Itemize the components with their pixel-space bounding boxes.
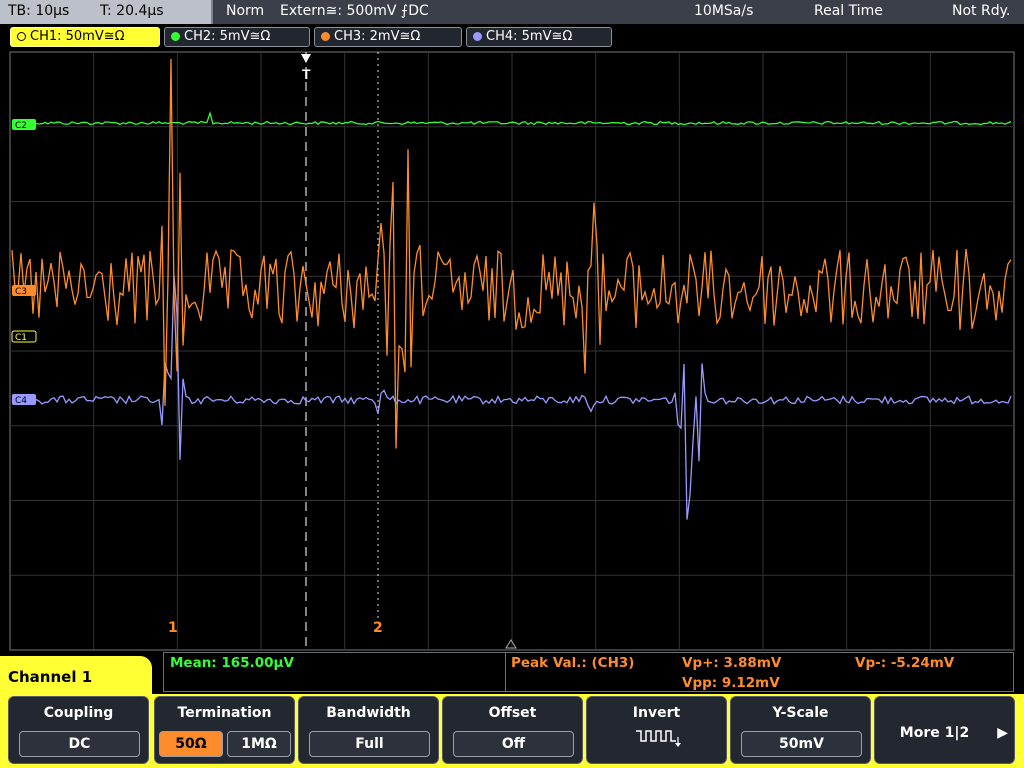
mean-value: Mean: 165.00µV (170, 655, 294, 671)
coupling-value[interactable]: DC (19, 731, 140, 757)
bandwidth-title: Bandwidth (326, 705, 411, 721)
channel-tabs: CH1: 50mV≅Ω CH2: 5mV≅Ω CH3: 2mV≅Ω CH4: 5… (0, 24, 1024, 50)
acquisition-mode: Real Time (814, 3, 883, 19)
ch3-marker-label: C3 (15, 287, 27, 297)
trigger-label: T (302, 66, 311, 82)
channel-2-dot-icon (171, 32, 180, 41)
yscale-softkey[interactable]: Y-Scale 50mV (730, 696, 871, 764)
offset-softkey[interactable]: Offset Off (442, 696, 583, 764)
timebase-readout: TB: 10µs (8, 3, 70, 19)
offset-value[interactable]: Off (453, 731, 574, 757)
ch4-marker-label: C4 (15, 396, 27, 406)
cursor-marker-2[interactable]: 2 (373, 620, 383, 636)
softkey-bar: Coupling DC Termination 50Ω 1MΩ Bandwidt… (0, 694, 1024, 768)
channel-1-dot-icon (17, 32, 26, 41)
bandwidth-value[interactable]: Full (309, 731, 430, 757)
sample-rate: 10MSa/s (694, 3, 754, 19)
bandwidth-softkey[interactable]: Bandwidth Full (298, 696, 439, 764)
termination-title: Termination (177, 705, 272, 721)
termination-1mohm-option[interactable]: 1MΩ (227, 731, 291, 757)
tab-channel-3[interactable]: CH3: 2mV≅Ω (314, 27, 462, 47)
yscale-value[interactable]: 50mV (741, 731, 862, 757)
ch2-marker-label: C2 (15, 121, 27, 131)
channel-4-dot-icon (473, 32, 482, 41)
channel-menu-title: Channel 1 (0, 656, 152, 698)
termination-50ohm-option[interactable]: 50Ω (159, 731, 223, 757)
channel-2-label: CH2: 5mV≅Ω (184, 29, 271, 44)
vp-plus-value: Vp+: 3.88mV (682, 655, 782, 671)
coupling-softkey[interactable]: Coupling DC (8, 696, 149, 764)
channel-3-dot-icon (321, 32, 330, 41)
invert-pulse-icon (636, 730, 681, 747)
yscale-title: Y-Scale (772, 705, 829, 721)
ch1-marker-label: C1 (15, 333, 27, 343)
invert-softkey[interactable]: Invert (586, 696, 727, 764)
acquisition-status: Not Rdy. (952, 3, 1011, 19)
tab-channel-2[interactable]: CH2: 5mV≅Ω (164, 27, 310, 47)
vpp-value: Vpp: 9.12mV (682, 675, 780, 691)
channel-4-label: CH4: 5mV≅Ω (486, 29, 573, 44)
waveform-display[interactable]: T C2 C3 C1 C4 1 2 (0, 50, 1024, 652)
status-bar: TB: 10µs T: 20.4µs Norm Extern≅: 500mV ⨍… (0, 0, 1024, 24)
invert-title: Invert (632, 705, 681, 721)
channel-1-label: CH1: 50mV≅Ω (30, 29, 125, 44)
cursor-marker-1[interactable]: 1 (168, 620, 178, 636)
vp-minus-value: Vp-: -5.24mV (855, 655, 955, 671)
tab-channel-4[interactable]: CH4: 5mV≅Ω (466, 27, 612, 47)
termination-softkey[interactable]: Termination 50Ω 1MΩ (154, 696, 295, 764)
channel-3-label: CH3: 2mV≅Ω (334, 29, 421, 44)
timebase-panel[interactable]: TB: 10µs T: 20.4µs (0, 0, 213, 24)
more-label: More 1|2 (899, 725, 970, 741)
waveform-svg: T C2 C3 C1 C4 (9, 51, 1015, 651)
trigger-mode[interactable]: Norm (226, 3, 264, 19)
trigger-time-readout: T: 20.4µs (100, 3, 164, 19)
coupling-title: Coupling (43, 705, 114, 721)
next-page-icon: ▶ (997, 725, 1008, 741)
trigger-source[interactable]: Extern≅: 500mV ⨍DC (280, 3, 429, 19)
tab-channel-1[interactable]: CH1: 50mV≅Ω (10, 27, 160, 47)
offset-title: Offset (488, 705, 537, 721)
more-softkey[interactable]: More 1|2 ▶ (874, 696, 1015, 764)
peak-measurement-label: Peak Val.: (CH3) (511, 655, 635, 671)
